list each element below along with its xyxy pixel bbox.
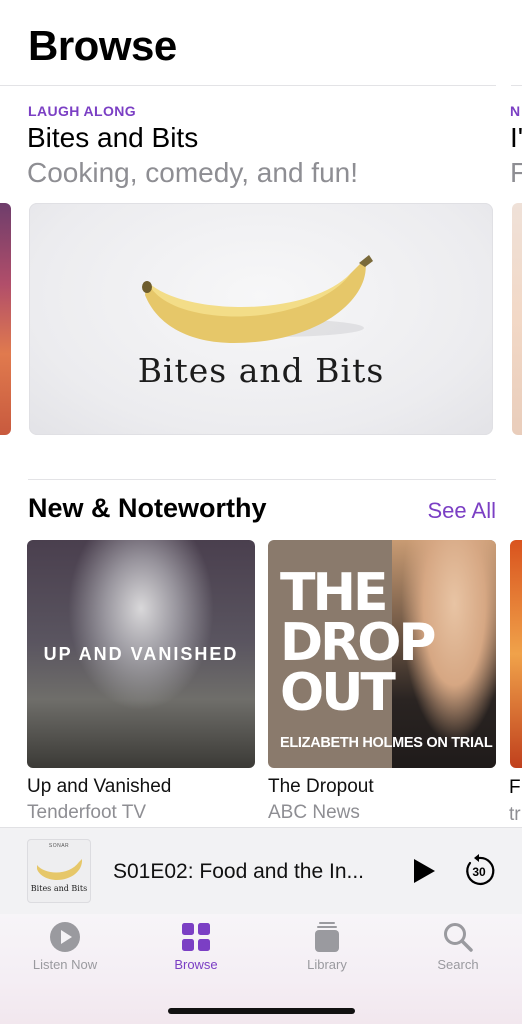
page-title: Browse bbox=[28, 22, 177, 69]
now-playing-artwork[interactable]: SONAR Bites and Bits bbox=[27, 839, 91, 903]
browse-grid-icon bbox=[182, 923, 210, 951]
featured-eyebrow: LAUGH ALONG bbox=[28, 103, 137, 119]
podcast-artwork-subtext: ELIZABETH HOLMES ON TRIAL bbox=[280, 735, 493, 751]
podcast-artwork[interactable]: UP AND VANISHED bbox=[27, 540, 255, 768]
tab-label: Browse bbox=[174, 957, 218, 972]
podcast-publisher-peek: tr bbox=[509, 804, 521, 825]
header-divider bbox=[0, 85, 496, 86]
podcast-title-peek[interactable]: F bbox=[509, 777, 522, 799]
podcast-publisher: Tenderfoot TV bbox=[27, 802, 147, 823]
mini-player[interactable]: SONAR Bites and Bits S01E02: Food and th… bbox=[0, 827, 522, 915]
featured-artwork-label: Bites and Bits bbox=[137, 351, 385, 390]
banana-illustration bbox=[37, 859, 83, 880]
podcast-publisher: ABC News bbox=[268, 802, 360, 823]
podcast-card[interactable]: THE DROP OUT ELIZABETH HOLMES ON TRIAL T… bbox=[268, 540, 496, 824]
next-featured-title[interactable]: I' bbox=[510, 122, 522, 154]
skip-back-30-icon[interactable]: 30 bbox=[462, 854, 496, 888]
podcast-title[interactable]: Up and Vanished bbox=[27, 776, 255, 798]
podcast-artwork-text: UP AND VANISHED bbox=[43, 644, 239, 664]
listen-now-icon bbox=[50, 922, 80, 952]
podcast-artwork-peek[interactable] bbox=[510, 540, 522, 768]
home-indicator bbox=[168, 1008, 355, 1014]
previous-featured-artwork[interactable] bbox=[0, 203, 11, 435]
podcast-artwork-text: THE DROP OUT bbox=[280, 563, 437, 723]
podcast-artwork[interactable]: THE DROP OUT ELIZABETH HOLMES ON TRIAL bbox=[268, 540, 496, 768]
podcast-title[interactable]: The Dropout bbox=[268, 776, 496, 798]
next-featured-eyebrow: N bbox=[510, 103, 521, 119]
header-divider-peek bbox=[511, 85, 522, 86]
search-icon bbox=[444, 923, 473, 952]
tab-listen-now[interactable]: Listen Now bbox=[10, 921, 120, 972]
next-featured-artwork[interactable] bbox=[512, 203, 522, 435]
see-all-link[interactable]: See All bbox=[428, 498, 497, 524]
tab-search[interactable]: Search bbox=[403, 921, 513, 972]
next-featured-subtitle: F bbox=[510, 157, 522, 188]
now-playing-title[interactable]: S01E02: Food and the In... bbox=[113, 860, 388, 884]
tab-label: Search bbox=[437, 957, 479, 972]
skip-seconds-label: 30 bbox=[472, 865, 486, 879]
section-title: New & Noteworthy bbox=[28, 493, 267, 523]
featured-subtitle: Cooking, comedy, and fun! bbox=[27, 157, 359, 188]
tab-browse[interactable]: Browse bbox=[141, 921, 251, 972]
featured-artwork[interactable]: Bites and Bits bbox=[29, 203, 493, 435]
section-divider bbox=[28, 479, 496, 480]
tab-library[interactable]: Library bbox=[272, 921, 382, 972]
tab-label: Library bbox=[307, 957, 347, 972]
artwork-label: Bites and Bits bbox=[30, 884, 88, 893]
play-icon[interactable] bbox=[410, 857, 438, 885]
featured-title[interactable]: Bites and Bits bbox=[27, 122, 198, 154]
podcast-card[interactable]: UP AND VANISHED Up and Vanished Tenderfo… bbox=[27, 540, 255, 824]
library-icon bbox=[315, 922, 339, 952]
banana-illustration bbox=[142, 255, 373, 343]
tab-label: Listen Now bbox=[32, 957, 98, 972]
